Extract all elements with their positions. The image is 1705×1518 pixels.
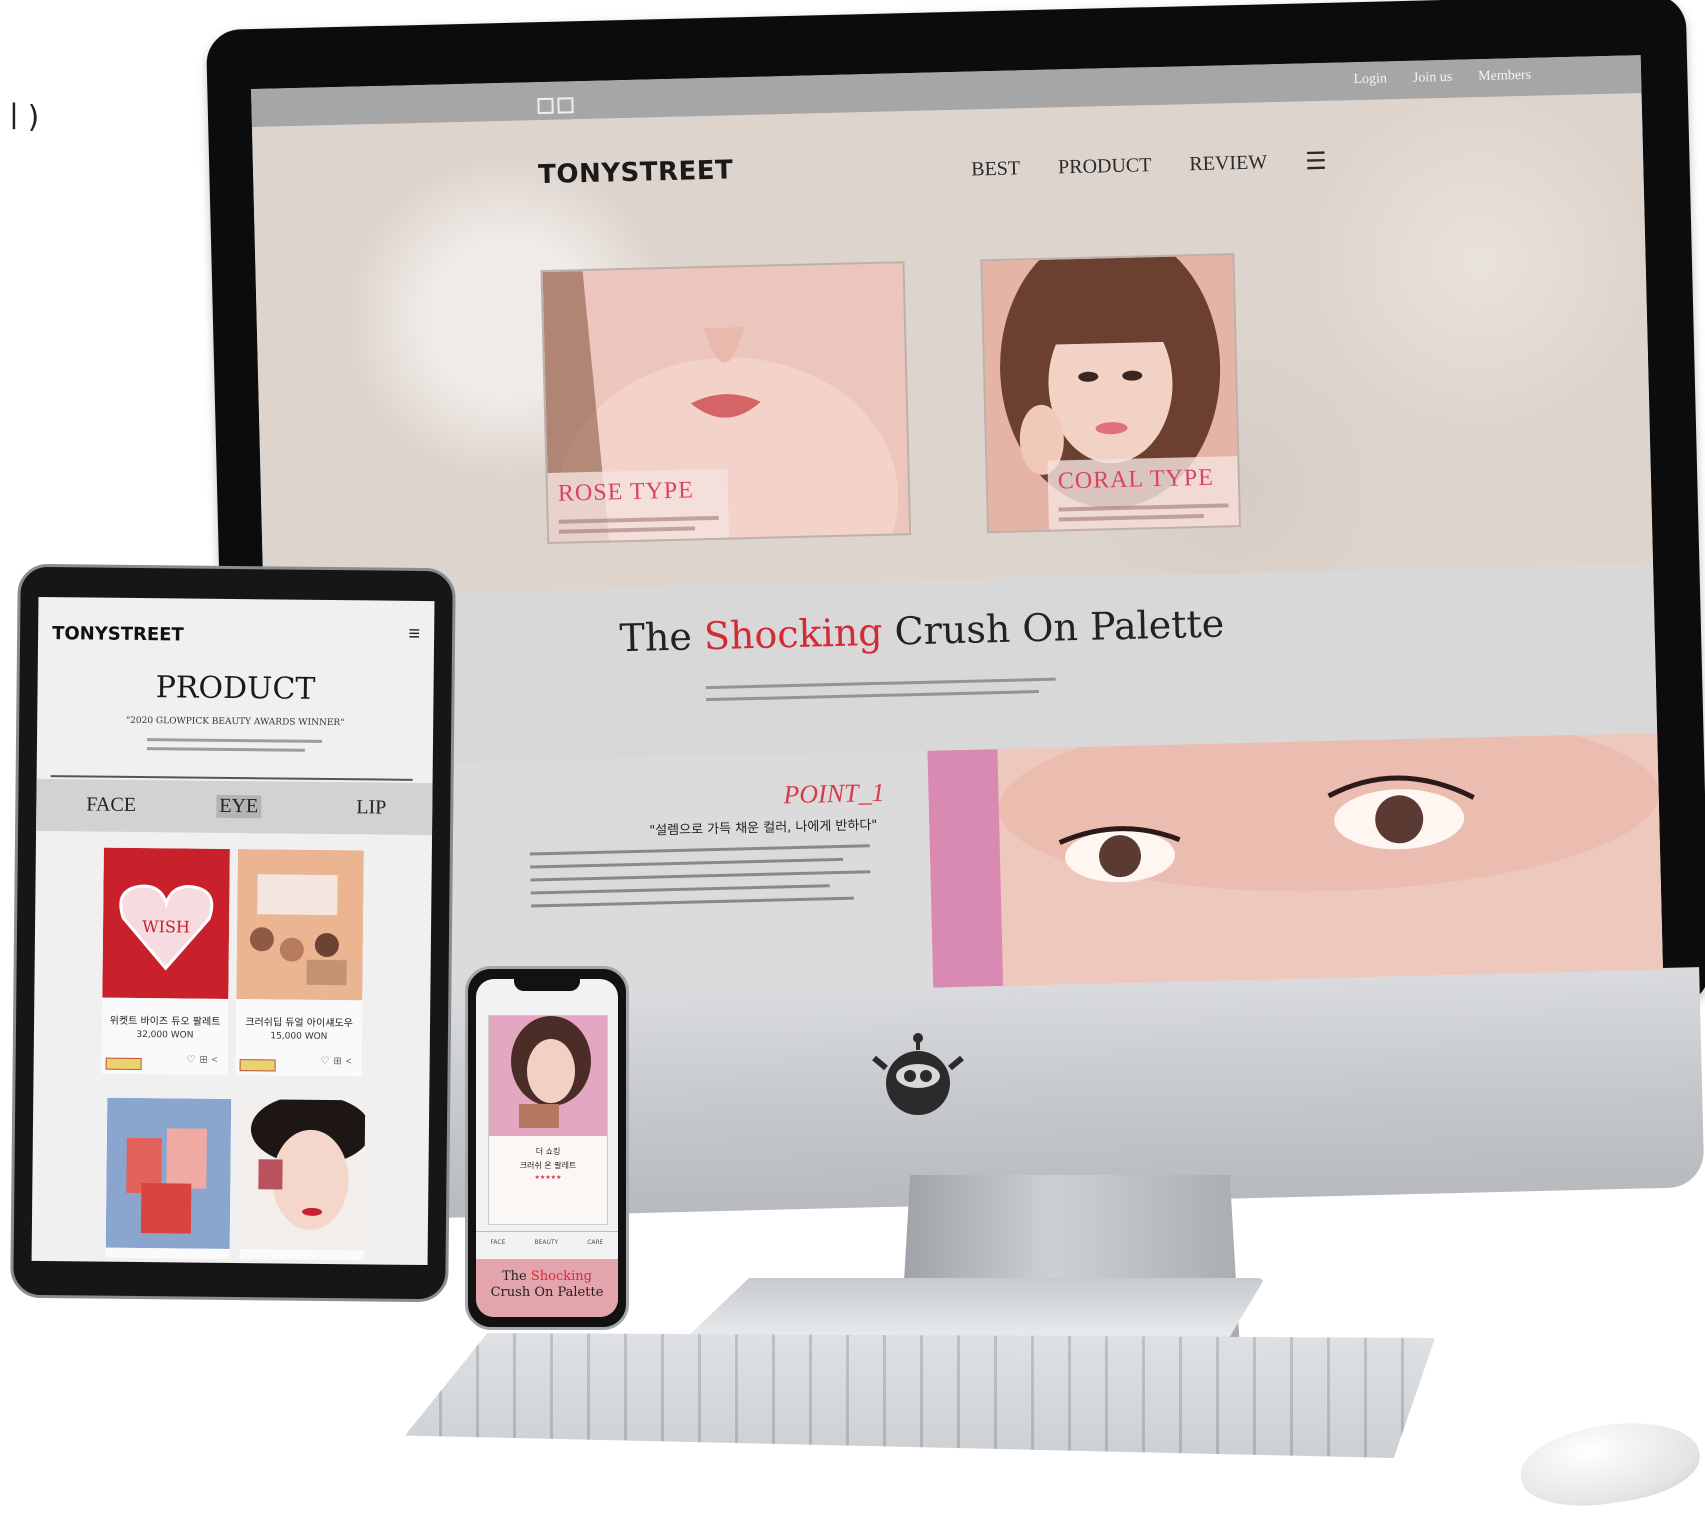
svg-text:WISH: WISH [142, 917, 190, 936]
product-card[interactable] [105, 1097, 232, 1259]
main-nav: BEST PRODUCT REVIEW ☰ [971, 147, 1327, 185]
phone-notch [514, 979, 580, 991]
model-product-image [239, 1099, 366, 1251]
action-icons[interactable]: ♡⊞< [320, 1056, 355, 1067]
tablet-lorem [146, 738, 323, 758]
action-icons[interactable]: ♡⊞< [186, 1055, 221, 1066]
hero-section: TONYSTREET BEST PRODUCT REVIEW ☰ ROSE TY… [251, 93, 1654, 597]
coral-type-card[interactable]: CORAL TYPE [980, 253, 1242, 534]
tab-lip[interactable]: LIP [356, 796, 386, 819]
product-price: 32,000 WON [136, 1029, 194, 1041]
keyboard [405, 1333, 1435, 1458]
page-fragment-text: ㅣ) [0, 100, 40, 135]
palette-product-image [105, 1097, 232, 1249]
point-body-text [529, 844, 871, 917]
coral-type-title: CORAL TYPE [1057, 464, 1215, 495]
lorem-text [705, 677, 1056, 711]
palette-banner: The Shocking Crush On Palette [263, 563, 1658, 767]
desktop-screen: Login Join us Members TONYSTREET BEST PR… [251, 55, 1663, 1004]
tab-eye[interactable]: EYE [216, 794, 262, 819]
mobile-screen: 더 쇼킹 크러쉬 온 팔레트 ★★★★★ FACE BEAUTY CARE Th… [476, 979, 618, 1317]
nav-best[interactable]: BEST [971, 157, 1020, 181]
tablet-logo[interactable]: TONYSTREET [52, 623, 184, 645]
mobile-product-line2: 크러쉬 온 팔레트 [519, 1161, 577, 1170]
point-title: POINT_1 [783, 777, 885, 810]
point-subtitle: "설렘으로 가득 채운 컬러, 나에게 반하다" [649, 818, 878, 839]
tablet-quote: "2020 GLOWPICK BEAUTY AWARDS WINNER" [125, 715, 345, 729]
menu-icon[interactable]: ☰ [1305, 147, 1327, 177]
product-card[interactable] [239, 1099, 366, 1261]
site-logo[interactable]: TONYSTREET [538, 155, 734, 190]
product-card[interactable]: WISH 위켓트 바이즈 듀오 팔레트 32,000 WON ♡⊞< [101, 847, 230, 1075]
robot-logo-icon [872, 1033, 964, 1115]
product-badge [105, 1057, 142, 1071]
product-card[interactable]: 크러쉬딥 듀얼 아이섀도우 15,000 WON ♡⊞< [235, 849, 364, 1077]
category-tabs: FACE EYE LIP [36, 778, 433, 836]
mouse [1515, 1412, 1705, 1516]
mobile-model-image [489, 1016, 607, 1136]
tablet-menu-icon[interactable]: ≡ [408, 623, 420, 646]
eye-closeup-image [927, 732, 1663, 988]
product-price: 15,000 WON [270, 1031, 328, 1042]
ipad-device: TONYSTREET ≡ PRODUCT "2020 GLOWPICK BEAU… [10, 563, 456, 1303]
members-link[interactable]: Members [1478, 68, 1531, 85]
mobile-product-card[interactable]: 더 쇼킹 크러쉬 온 팔레트 ★★★★★ [488, 1015, 608, 1225]
mobile-palette-title: The Shocking Crush On Palette [490, 1269, 604, 1300]
point-section: POINT_1 "설렘으로 가득 채운 컬러, 나에게 반하다" [267, 732, 1663, 1004]
tablet-screen: TONYSTREET ≡ PRODUCT "2020 GLOWPICK BEAU… [31, 596, 435, 1266]
rose-type-title: ROSE TYPE [557, 477, 695, 507]
product-badge [239, 1059, 276, 1072]
palette-title: The Shocking Crush On Palette [619, 601, 1225, 661]
product-name: 크러쉬딥 듀얼 아이섀도우 [245, 1017, 353, 1030]
eyeshadow-palette-image [236, 849, 364, 1001]
mobile-product-line1: 더 쇼킹 [535, 1147, 561, 1156]
nav-review[interactable]: REVIEW [1189, 151, 1267, 176]
login-link[interactable]: Login [1353, 71, 1387, 88]
join-link[interactable]: Join us [1413, 70, 1453, 87]
mobile-tab-2[interactable]: BEAUTY [534, 1239, 558, 1246]
rating-stars: ★★★★★ [534, 1175, 562, 1181]
tablet-heading: PRODUCT [155, 670, 316, 707]
nav-product[interactable]: PRODUCT [1058, 154, 1152, 179]
tab-face[interactable]: FACE [86, 793, 136, 817]
product-name: 위켓트 바이즈 듀오 팔레트 [109, 1015, 221, 1028]
mobile-tabs: FACE BEAUTY CARE [476, 1231, 618, 1252]
double-box-icon [537, 97, 574, 115]
mobile-tab-1[interactable]: FACE [491, 1239, 506, 1246]
iphone-device: 더 쇼킹 크러쉬 온 팔레트 ★★★★★ FACE BEAUTY CARE Th… [465, 966, 629, 1330]
mobile-palette-banner: The Shocking Crush On Palette [476, 1259, 618, 1317]
rose-type-card[interactable]: ROSE TYPE [540, 261, 912, 545]
wish-palette-image: WISH [102, 847, 230, 999]
mobile-tab-3[interactable]: CARE [587, 1239, 603, 1246]
